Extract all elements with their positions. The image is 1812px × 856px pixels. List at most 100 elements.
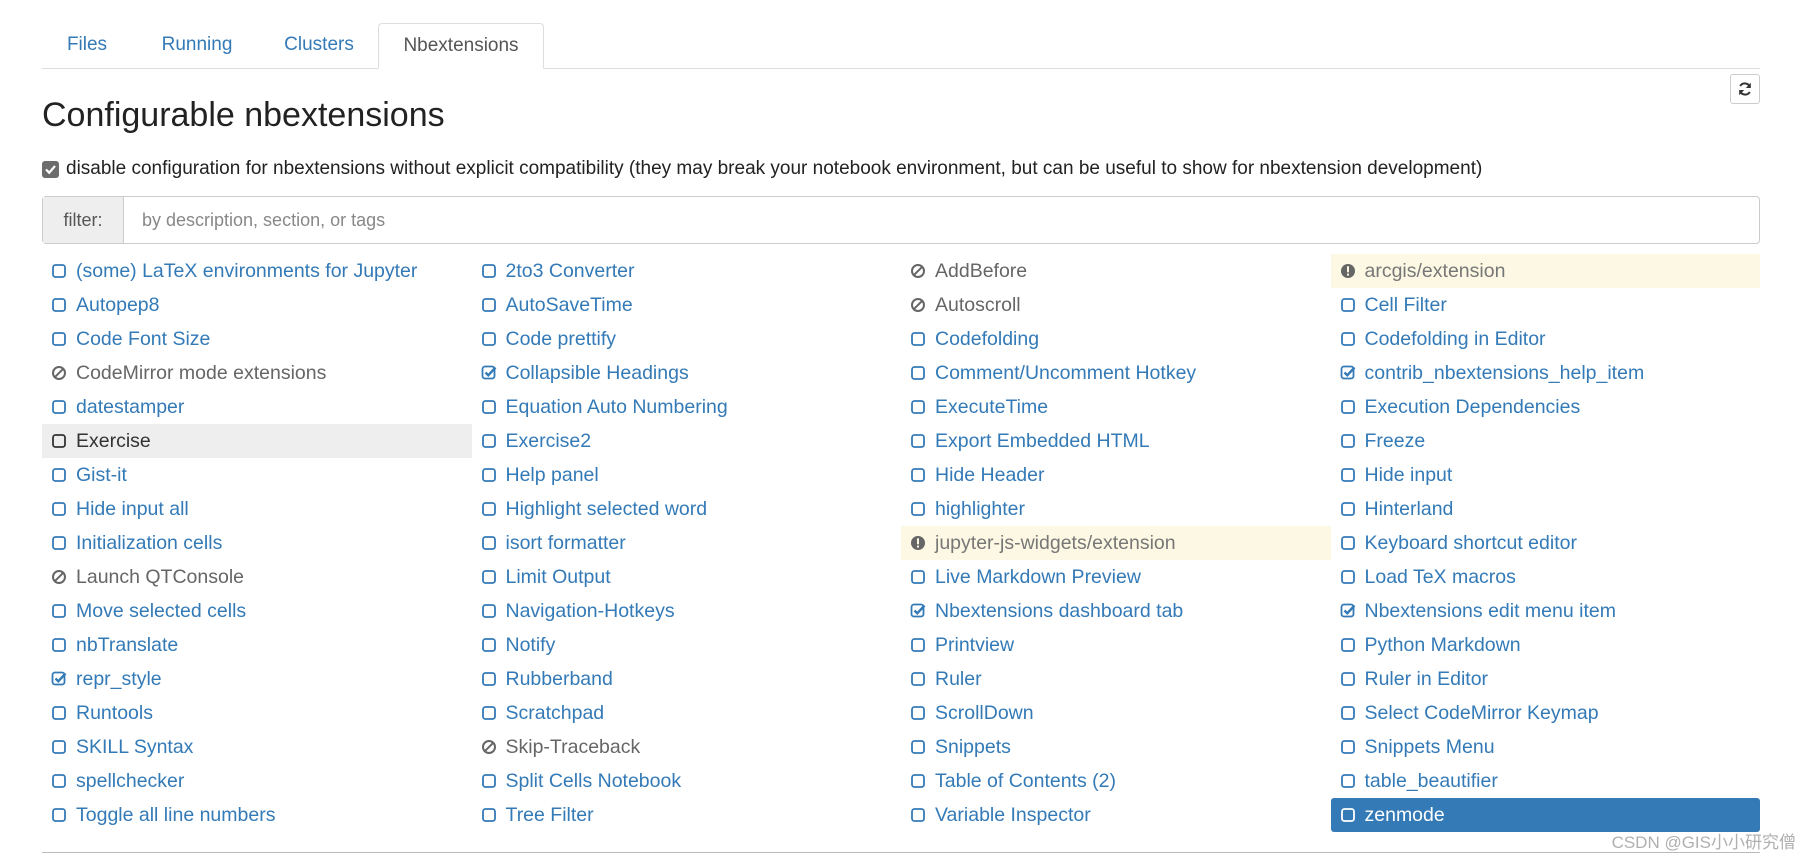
extension-item[interactable]: spellchecker: [42, 764, 472, 798]
extension-item[interactable]: Exercise2: [472, 424, 902, 458]
checkbox-icon: [480, 636, 498, 654]
extension-item[interactable]: Keyboard shortcut editor: [1331, 526, 1761, 560]
checkbox-icon: [50, 772, 68, 790]
tab-clusters[interactable]: Clusters: [264, 23, 374, 67]
extension-item[interactable]: Nbextensions dashboard tab: [901, 594, 1331, 628]
extension-item[interactable]: Toggle all line numbers: [42, 798, 472, 832]
extension-item[interactable]: Load TeX macros: [1331, 560, 1761, 594]
extension-item[interactable]: CodeMirror mode extensions: [42, 356, 472, 390]
extension-item[interactable]: Comment/Uncomment Hotkey: [901, 356, 1331, 390]
extension-item[interactable]: Hide input all: [42, 492, 472, 526]
tab-running[interactable]: Running: [142, 23, 252, 67]
extension-item[interactable]: nbTranslate: [42, 628, 472, 662]
extension-item[interactable]: Freeze: [1331, 424, 1761, 458]
compat-checkbox-row[interactable]: disable configuration for nbextensions w…: [42, 158, 1482, 180]
filter-input[interactable]: [124, 197, 1759, 243]
checkbox-icon: [50, 398, 68, 416]
extension-item[interactable]: SKILL Syntax: [42, 730, 472, 764]
extension-item[interactable]: Snippets: [901, 730, 1331, 764]
checkbox-icon: [480, 670, 498, 688]
extension-item[interactable]: Nbextensions edit menu item: [1331, 594, 1761, 628]
extension-item[interactable]: Limit Output: [472, 560, 902, 594]
extension-item[interactable]: Notify: [472, 628, 902, 662]
extension-item[interactable]: Code prettify: [472, 322, 902, 356]
extension-item[interactable]: Python Markdown: [1331, 628, 1761, 662]
checkbox-icon: [909, 500, 927, 518]
extension-label: datestamper: [76, 395, 185, 418]
extension-item[interactable]: 2to3 Converter: [472, 254, 902, 288]
extension-item[interactable]: contrib_nbextensions_help_item: [1331, 356, 1761, 390]
checkbox-icon: [909, 398, 927, 416]
extension-item[interactable]: Exercise: [42, 424, 472, 458]
extension-item[interactable]: AutoSaveTime: [472, 288, 902, 322]
extension-item[interactable]: Hide Header: [901, 458, 1331, 492]
extension-item[interactable]: Split Cells Notebook: [472, 764, 902, 798]
checkbox-icon: [909, 772, 927, 790]
extension-item[interactable]: Codefolding in Editor: [1331, 322, 1761, 356]
extension-item[interactable]: Code Font Size: [42, 322, 472, 356]
checkbox-icon: [480, 262, 498, 280]
extension-item[interactable]: Equation Auto Numbering: [472, 390, 902, 424]
nbextensions-page: Files Running Clusters Nbextensions Conf…: [42, 0, 1760, 853]
tab-files[interactable]: Files: [42, 23, 132, 67]
extension-item[interactable]: Live Markdown Preview: [901, 560, 1331, 594]
extension-label: Autoscroll: [935, 293, 1021, 316]
check-icon: [45, 164, 56, 174]
extension-item[interactable]: Help panel: [472, 458, 902, 492]
extension-item[interactable]: zenmode: [1330, 798, 1760, 832]
compat-checkbox[interactable]: [42, 160, 59, 178]
extension-item[interactable]: Autoscroll: [901, 288, 1331, 322]
extension-item[interactable]: Snippets Menu: [1331, 730, 1761, 764]
refresh-button[interactable]: [1730, 74, 1760, 104]
checkbox-icon: [50, 636, 68, 654]
extension-item[interactable]: Ruler: [901, 662, 1331, 696]
extension-item[interactable]: table_beautifier: [1331, 764, 1761, 798]
extension-item[interactable]: Execution Dependencies: [1331, 390, 1761, 424]
extension-item[interactable]: Select CodeMirror Keymap: [1331, 696, 1761, 730]
extension-label: Codefolding: [935, 327, 1040, 350]
extension-label: Equation Auto Numbering: [505, 395, 728, 418]
checkbox-icon: [909, 704, 927, 722]
extension-item[interactable]: Skip-Traceback: [472, 730, 902, 764]
extension-label: 2to3 Converter: [505, 259, 635, 282]
extension-item[interactable]: jupyter-js-widgets/extension: [901, 526, 1331, 560]
extension-item[interactable]: Cell Filter: [1331, 288, 1761, 322]
extension-item[interactable]: Tree Filter: [472, 798, 902, 832]
extension-item[interactable]: Highlight selected word: [472, 492, 902, 526]
extension-item[interactable]: AddBefore: [901, 254, 1331, 288]
extension-item[interactable]: Gist-it: [42, 458, 472, 492]
extension-item[interactable]: highlighter: [901, 492, 1331, 526]
bottom-divider: [42, 852, 1760, 853]
extension-item[interactable]: ExecuteTime: [901, 390, 1331, 424]
ban-icon: [909, 262, 927, 280]
extension-item[interactable]: Move selected cells: [42, 594, 472, 628]
extension-item[interactable]: Collapsible Headings: [472, 356, 902, 390]
compat-label: disable configuration for nbextensions w…: [66, 158, 1483, 179]
checkbox-icon: [480, 534, 498, 552]
checkbox-icon: [1339, 636, 1357, 654]
extension-item[interactable]: datestamper: [42, 390, 472, 424]
extension-item[interactable]: Variable Inspector: [901, 798, 1331, 832]
extension-item[interactable]: Scratchpad: [472, 696, 902, 730]
extension-item[interactable]: Runtools: [42, 696, 472, 730]
extension-item[interactable]: arcgis/extension: [1330, 254, 1760, 288]
extension-item[interactable]: Ruler in Editor: [1331, 662, 1761, 696]
extension-item[interactable]: repr_style: [42, 662, 472, 696]
checkbox-icon: [1339, 466, 1357, 484]
extension-item[interactable]: Hinterland: [1331, 492, 1761, 526]
extension-item[interactable]: Table of Contents (2): [901, 764, 1331, 798]
tab-nbextensions[interactable]: Nbextensions: [378, 23, 544, 69]
extension-item[interactable]: Codefolding: [901, 322, 1331, 356]
extension-item[interactable]: Initialization cells: [42, 526, 472, 560]
extension-item[interactable]: Printview: [901, 628, 1331, 662]
extension-item[interactable]: (some) LaTeX environments for Jupyter: [42, 254, 472, 288]
extension-item[interactable]: Hide input: [1331, 458, 1761, 492]
extension-item[interactable]: Rubberband: [472, 662, 902, 696]
extension-item[interactable]: Launch QTConsole: [42, 560, 472, 594]
extension-item[interactable]: isort formatter: [472, 526, 902, 560]
extension-item[interactable]: Navigation-Hotkeys: [472, 594, 902, 628]
extension-label: Limit Output: [505, 565, 611, 588]
extension-item[interactable]: ScrollDown: [901, 696, 1331, 730]
extension-item[interactable]: Export Embedded HTML: [901, 424, 1331, 458]
extension-item[interactable]: Autopep8: [42, 288, 472, 322]
